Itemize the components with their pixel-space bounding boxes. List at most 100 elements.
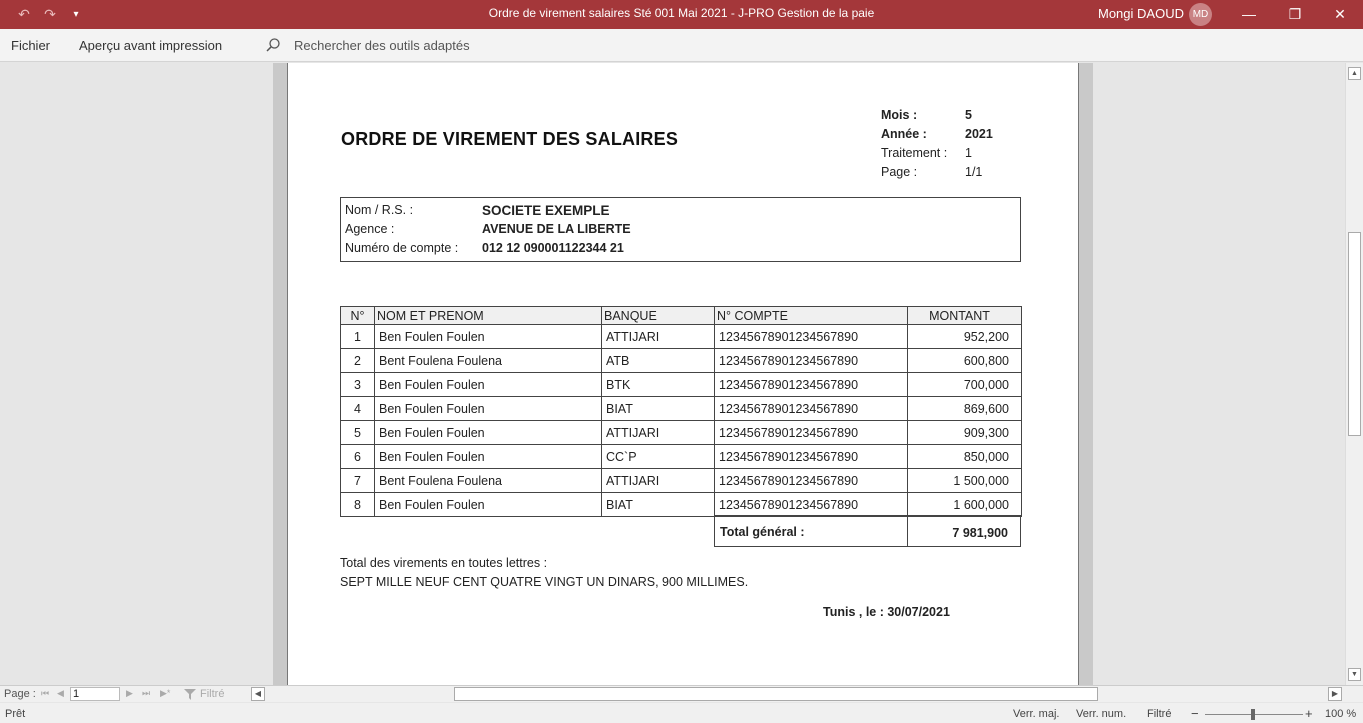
meta-month: Mois : 5 xyxy=(881,108,993,127)
last-page-icon[interactable]: ⏭ xyxy=(142,688,150,699)
amount: 1 500,000 xyxy=(907,468,1022,493)
vertical-scroll-thumb[interactable] xyxy=(1348,232,1361,436)
meta-label: Page : xyxy=(881,165,918,179)
status-bar: Prêt Verr. maj. Verr. num. Filtré − + 10… xyxy=(0,703,1363,723)
account-label: Numéro de compte : xyxy=(345,241,459,255)
column-header: N° COMPTE xyxy=(714,306,908,325)
amount: 850,000 xyxy=(907,444,1022,469)
grand-total-label: Total général : xyxy=(720,525,805,539)
table-row: 5 Ben Foulen Foulen ATTIJARI 12345678901… xyxy=(340,420,1022,445)
avatar[interactable]: MD xyxy=(1189,3,1212,26)
user-name[interactable]: Mongi DAOUD xyxy=(1098,6,1184,21)
transfers-table: N° NOM ET PRENOM BANQUE N° COMPTE MONTAN… xyxy=(340,306,1022,517)
new-page-icon[interactable]: ▶* xyxy=(160,688,170,699)
zoom-level[interactable]: 100 % xyxy=(1325,708,1356,720)
row-number: 4 xyxy=(340,396,375,421)
title-bar: ↶ ↷ ▾ Ordre de virement salaires Sté 001… xyxy=(0,0,1363,29)
divider xyxy=(907,516,908,546)
company-name-row: Nom / R.S. : SOCIETE EXEMPLE xyxy=(345,203,610,221)
funnel-icon xyxy=(184,688,196,700)
row-number: 2 xyxy=(340,348,375,373)
table-row: 2 Bent Foulena Foulena ATB 1234567890123… xyxy=(340,348,1022,373)
search-input[interactable]: Rechercher des outils adaptés xyxy=(294,38,470,53)
account-number: 12345678901234567890 xyxy=(714,324,908,349)
scroll-up-button[interactable]: ▲ xyxy=(1348,67,1361,80)
next-page-icon[interactable]: ▶ xyxy=(126,688,133,699)
employee-name: Ben Foulen Foulen xyxy=(374,396,602,421)
vertical-scrollbar[interactable]: ▲ ▼ xyxy=(1345,63,1363,685)
bank-name: BIAT xyxy=(601,396,715,421)
scroll-left-button[interactable]: ◀ xyxy=(251,687,265,701)
account-number: 12345678901234567890 xyxy=(714,468,908,493)
row-number: 5 xyxy=(340,420,375,445)
page-number-input[interactable] xyxy=(70,687,120,701)
zoom-out-icon[interactable]: − xyxy=(1191,706,1199,721)
bank-name: ATB xyxy=(601,348,715,373)
previous-page-icon[interactable]: ◀ xyxy=(57,688,64,699)
column-header: BANQUE xyxy=(601,306,715,325)
minimize-button[interactable]: — xyxy=(1226,0,1272,29)
minimize-icon: — xyxy=(1242,6,1256,22)
company-name: SOCIETE EXEMPLE xyxy=(482,203,610,218)
bank-name: ATTIJARI xyxy=(601,324,715,349)
grand-total-value: 7 981,900 xyxy=(952,526,1008,540)
account-row: Numéro de compte : 012 12 090001122344 2… xyxy=(345,241,624,259)
filter-toggle[interactable]: Filtré xyxy=(184,688,224,700)
table-row: 3 Ben Foulen Foulen BTK 1234567890123456… xyxy=(340,372,1022,397)
page-gutter-right xyxy=(1079,63,1093,685)
row-number: 1 xyxy=(340,324,375,349)
bank-name: ATTIJARI xyxy=(601,468,715,493)
filter-indicator: Filtré xyxy=(1147,708,1172,720)
account-number: 12345678901234567890 xyxy=(714,420,908,445)
place-date: Tunis , le : 30/07/2021 xyxy=(823,605,950,619)
scroll-down-button[interactable]: ▼ xyxy=(1348,668,1361,681)
tab-print-preview[interactable]: Aperçu avant impression xyxy=(79,38,222,53)
employee-name: Bent Foulena Foulena xyxy=(374,468,602,493)
close-button[interactable]: ✕ xyxy=(1317,0,1363,29)
column-header: N° xyxy=(340,306,375,325)
column-header: NOM ET PRENOM xyxy=(374,306,602,325)
record-navigation-bar: Page : ⏮ ◀ ▶ ⏭ ▶* Filtré ◀ ▶ xyxy=(0,685,1363,702)
company-name-label: Nom / R.S. : xyxy=(345,203,414,217)
table-row: 8 Ben Foulen Foulen BIAT 123456789012345… xyxy=(340,492,1022,517)
chevron-up-icon: ▲ xyxy=(1351,70,1358,77)
account-number: 12345678901234567890 xyxy=(714,372,908,397)
employee-name: Bent Foulena Foulena xyxy=(374,348,602,373)
column-header: MONTANT xyxy=(907,306,1022,325)
employee-name: Ben Foulen Foulen xyxy=(374,372,602,397)
page-gutter-left xyxy=(273,63,287,685)
horizontal-scroll-thumb[interactable] xyxy=(454,687,1098,701)
row-number: 3 xyxy=(340,372,375,397)
row-number: 7 xyxy=(340,468,375,493)
meta-value: 5 xyxy=(965,108,972,122)
report-meta: Mois : 5 Année : 2021 Traitement : 1 Pag… xyxy=(881,108,993,184)
bank-name: ATTIJARI xyxy=(601,420,715,445)
amount: 600,800 xyxy=(907,348,1022,373)
bank-name: BIAT xyxy=(601,492,715,517)
account-number: 12345678901234567890 xyxy=(714,348,908,373)
restore-button[interactable]: ❐ xyxy=(1272,0,1318,29)
meta-treatment: Traitement : 1 xyxy=(881,146,993,165)
table-row: 6 Ben Foulen Foulen CC`P 123456789012345… xyxy=(340,444,1022,469)
grand-total-box: Total général : 7 981,900 xyxy=(714,515,1021,547)
tab-file[interactable]: Fichier xyxy=(11,38,50,53)
employee-name: Ben Foulen Foulen xyxy=(374,444,602,469)
account-value: 012 12 090001122344 21 xyxy=(482,241,624,255)
zoom-slider-thumb[interactable] xyxy=(1251,709,1255,720)
scroll-right-button[interactable]: ▶ xyxy=(1328,687,1342,701)
row-number: 8 xyxy=(340,492,375,517)
meta-label: Mois : xyxy=(881,108,918,122)
meta-label: Année : xyxy=(881,127,927,141)
bank-name: CC`P xyxy=(601,444,715,469)
page-label: Page : xyxy=(4,688,36,700)
agency-value: AVENUE DE LA LIBERTE xyxy=(482,222,631,236)
zoom-in-icon[interactable]: + xyxy=(1305,706,1313,721)
amount: 952,200 xyxy=(907,324,1022,349)
restore-icon: ❐ xyxy=(1288,6,1302,22)
company-info-box: Nom / R.S. : SOCIETE EXEMPLE Agence : AV… xyxy=(340,197,1021,262)
agency-label: Agence : xyxy=(345,222,395,236)
amount-in-words-label: Total des virements en toutes lettres : xyxy=(340,556,548,570)
first-page-icon[interactable]: ⏮ xyxy=(41,688,49,699)
account-number: 12345678901234567890 xyxy=(714,396,908,421)
close-icon: ✕ xyxy=(1334,6,1346,22)
